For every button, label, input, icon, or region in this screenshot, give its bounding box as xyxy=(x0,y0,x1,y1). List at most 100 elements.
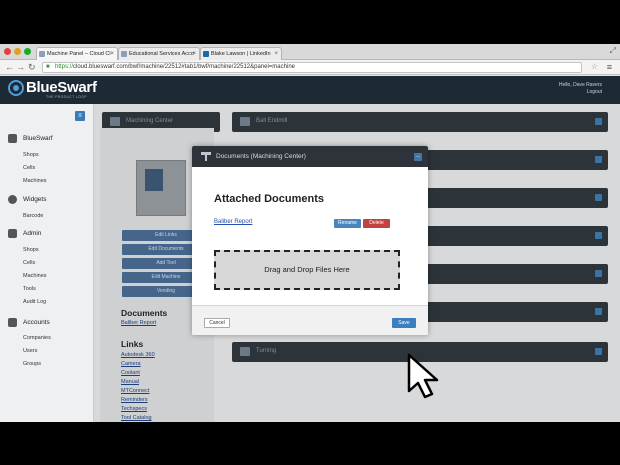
browser-tab-bar: Machine Panel – Cloud Cl × Educational S… xyxy=(0,44,620,60)
close-window-icon[interactable] xyxy=(4,48,11,55)
link-coolant[interactable]: Coolant xyxy=(121,370,140,376)
link-reminders[interactable]: Reminders xyxy=(121,397,148,403)
sidebar-item-groups[interactable]: Groups xyxy=(23,361,41,367)
rename-button[interactable]: Rename xyxy=(334,219,361,228)
window-controls xyxy=(4,48,31,55)
cancel-button[interactable]: Cancel xyxy=(204,318,230,328)
sidebar-item-audit-log[interactable]: Audit Log xyxy=(23,299,46,305)
tab-label: Educational Services Acco xyxy=(129,51,194,57)
expand-icon[interactable] xyxy=(595,194,602,201)
minimize-window-icon[interactable] xyxy=(14,48,21,55)
expand-icon[interactable] xyxy=(595,232,602,239)
sidebar-item-shops[interactable]: Shops xyxy=(23,152,39,158)
url-text: cloud.blueswarf.com/bwf/machine/22512#ta… xyxy=(73,64,295,70)
forward-icon[interactable]: → xyxy=(16,61,25,73)
sidebar-item-admin-tools[interactable]: Tools xyxy=(23,286,36,292)
user-icon xyxy=(8,229,17,238)
sidebar-section-label: Accounts xyxy=(23,319,50,326)
logo-text: BlueSwarf xyxy=(26,79,97,96)
favicon-icon xyxy=(39,51,45,57)
modal-header: Documents (Machining Center) – xyxy=(192,146,428,167)
house-icon xyxy=(8,134,17,143)
close-tab-icon[interactable]: × xyxy=(274,48,278,60)
logout-link[interactable]: Logout xyxy=(559,89,602,96)
sidebar-item-admin-machines[interactable]: Machines xyxy=(23,273,47,279)
delete-button[interactable]: Delete xyxy=(363,219,390,228)
sidebar-section-label: Widgets xyxy=(23,196,47,203)
documents-heading: Documents xyxy=(121,308,168,318)
sidebar-section-blueswarf[interactable]: BlueSwarf xyxy=(8,134,53,143)
save-button[interactable]: Save xyxy=(392,318,416,328)
expand-icon[interactable] xyxy=(595,348,602,355)
modal-footer: Cancel Save xyxy=(192,305,428,335)
documents-modal: Documents (Machining Center) – Attached … xyxy=(192,146,428,335)
modal-collapse-button[interactable]: – xyxy=(414,153,422,161)
sidebar-item-admin-shops[interactable]: Shops xyxy=(23,247,39,253)
file-dropzone[interactable]: Drag and Drop Files Here xyxy=(214,250,400,290)
sidebar-section-label: Admin xyxy=(23,230,42,237)
machine-panel-title: Machining Center xyxy=(126,118,174,124)
link-autodesk[interactable]: Autodesk 360 xyxy=(121,352,155,358)
logo[interactable]: BlueSwarf xyxy=(8,79,97,96)
reload-icon[interactable]: ↻ xyxy=(28,61,36,73)
greeting: Hello, Dave Ravers xyxy=(558,82,602,88)
tab-label: Blake Lawson | LinkedIn xyxy=(211,51,271,57)
lock-icon: ■ xyxy=(46,64,50,70)
sidebar-section-label: BlueSwarf xyxy=(23,135,53,142)
link-camera[interactable]: Camera xyxy=(121,361,141,367)
browser-tab-3[interactable]: Blake Lawson | LinkedIn × xyxy=(200,47,282,60)
sidebar-item-companies[interactable]: Companies xyxy=(23,335,51,341)
close-tab-icon[interactable]: × xyxy=(192,48,196,60)
link-mtconnect[interactable]: MTConnect xyxy=(121,388,149,394)
expand-icon[interactable] xyxy=(595,156,602,163)
browser-tab-1[interactable]: Machine Panel – Cloud Cl × xyxy=(36,47,118,60)
url-field[interactable]: ■ https://cloud.blueswarf.com/bwf/machin… xyxy=(42,62,582,73)
sidebar-collapse-button[interactable]: ≡ xyxy=(75,111,85,121)
browser-window: Machine Panel – Cloud Cl × Educational S… xyxy=(0,44,620,422)
expand-icon[interactable] xyxy=(595,118,602,125)
linkedin-icon xyxy=(203,51,209,57)
tool-icon xyxy=(240,347,250,356)
favicon-icon xyxy=(121,51,127,57)
sidebar-section-admin[interactable]: Admin xyxy=(8,229,41,238)
sidebar-item-cells[interactable]: Cells xyxy=(23,165,35,171)
url-scheme: https:// xyxy=(55,64,74,70)
bookmark-star-icon[interactable]: ☆ xyxy=(591,61,598,73)
close-tab-icon[interactable]: × xyxy=(110,48,114,60)
sidebar-item-admin-cells[interactable]: Cells xyxy=(23,260,35,266)
app-header: BlueSwarf THE PRODUCT LOOP Hello, Dave R… xyxy=(0,76,620,104)
link-tool-catalog[interactable]: Tool Catalog xyxy=(121,415,152,421)
links-heading: Links xyxy=(121,339,144,349)
tool-icon xyxy=(201,152,211,161)
logo-icon xyxy=(8,79,24,96)
expand-icon[interactable] xyxy=(595,308,602,315)
panel-header-ball-endmill[interactable]: Ball Endmill xyxy=(232,112,608,132)
back-icon[interactable]: ← xyxy=(5,61,14,73)
tool-icon xyxy=(240,117,250,126)
sidebar-section-widgets[interactable]: Widgets xyxy=(8,195,46,204)
maximize-window-icon[interactable] xyxy=(24,48,31,55)
machine-icon xyxy=(110,117,120,126)
document-link[interactable]: Baliber Report xyxy=(214,219,252,225)
expand-icon[interactable] xyxy=(595,270,602,277)
sidebar-item-machines[interactable]: Machines xyxy=(23,178,47,184)
sidebar: ≡ BlueSwarf Shops Cells Machines Widgets… xyxy=(0,104,94,422)
attached-documents-heading: Attached Documents xyxy=(214,193,325,205)
logo-tagline: THE PRODUCT LOOP xyxy=(46,95,87,99)
browser-menu-icon[interactable]: ≡ xyxy=(607,61,612,73)
document-link[interactable]: Baliber Report xyxy=(121,320,156,326)
gear-icon xyxy=(8,195,17,204)
sidebar-section-accounts[interactable]: Accounts xyxy=(8,318,50,327)
sidebar-item-users[interactable]: Users xyxy=(23,348,37,354)
link-manual[interactable]: Manual xyxy=(121,379,139,385)
sidebar-item-barcode[interactable]: Barcode xyxy=(23,213,44,219)
fullscreen-icon[interactable]: ⤢ xyxy=(610,46,616,56)
mouse-pointer-icon xyxy=(407,353,439,399)
users-icon xyxy=(8,318,17,327)
address-bar: ← → ↻ ■ https://cloud.blueswarf.com/bwf/… xyxy=(0,60,620,75)
modal-title: Documents (Machining Center) xyxy=(216,153,306,160)
panel-title: Ball Endmill xyxy=(256,118,288,124)
link-techspecs[interactable]: Techspecs xyxy=(121,406,147,412)
browser-tab-2[interactable]: Educational Services Acco × xyxy=(118,47,200,60)
panel-title: Turning xyxy=(256,348,277,354)
